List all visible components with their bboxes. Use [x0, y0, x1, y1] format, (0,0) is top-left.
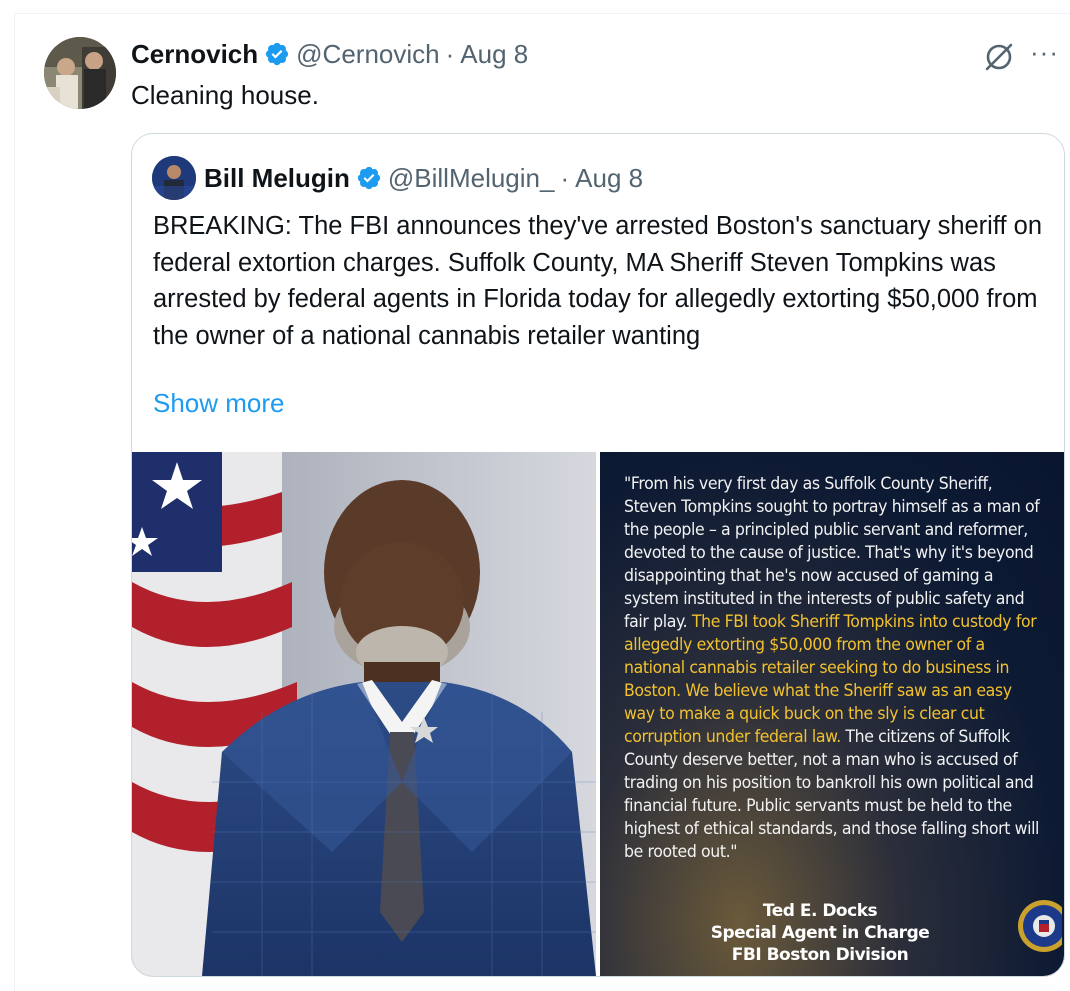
sheriff-portrait-image[interactable] [132, 452, 596, 976]
separator-dot: · [560, 162, 570, 193]
quote-card-text-end: The citizens of Suffolk County deserve b… [624, 727, 1040, 861]
quoted-date[interactable]: Aug 8 [575, 163, 643, 194]
quote-card-text-plain: "From his very first day as Suffolk Coun… [624, 474, 1040, 631]
author-name[interactable]: Cernovich [131, 39, 258, 70]
signature-title: Special Agent in Charge [710, 923, 930, 943]
fbi-seal-icon [1010, 896, 1064, 972]
separator-dot: · [445, 38, 455, 69]
media-grid: "From his very first day as Suffolk Coun… [132, 452, 1064, 976]
verified-badge-icon [356, 165, 382, 191]
quoted-avatar[interactable] [152, 156, 196, 200]
quote-card-text: "From his very first day as Suffolk Coun… [624, 472, 1043, 863]
show-more-link[interactable]: Show more [153, 388, 285, 419]
quoted-text: BREAKING: The FBI announces they've arre… [153, 212, 1043, 350]
author-avatar[interactable] [44, 37, 116, 109]
divider-top [14, 13, 1070, 14]
fbi-quote-card-image[interactable]: "From his very first day as Suffolk Coun… [600, 452, 1064, 976]
quoted-author-name[interactable]: Bill Melugin [204, 163, 350, 194]
quote-card-text-highlight: The FBI took Sheriff Tompkins into custo… [624, 612, 1037, 746]
divider-left [14, 13, 15, 991]
quoted-tweet[interactable]: Bill Melugin @BillMelugin_ · Aug 8 BREAK… [131, 133, 1065, 977]
author-handle[interactable]: @Cernovich [296, 39, 439, 70]
tweet-text: Cleaning house. [131, 80, 319, 110]
verified-badge-icon [264, 41, 290, 67]
quoted-author-handle[interactable]: @BillMelugin_ [388, 163, 555, 194]
more-icon[interactable]: ··· [1030, 37, 1059, 68]
quoted-header: Bill Melugin @BillMelugin_ · Aug 8 [152, 156, 643, 200]
signature-division: FBI Boston Division [731, 945, 909, 965]
signature-name: Ted E. Docks [762, 901, 878, 921]
tweet-header: Cernovich @Cernovich · Aug 8 [131, 36, 528, 72]
quote-card-signature: Ted E. Docks Special Agent in Charge FBI… [710, 900, 930, 966]
grok-icon[interactable] [982, 40, 1016, 74]
tweet-date[interactable]: Aug 8 [460, 39, 528, 70]
